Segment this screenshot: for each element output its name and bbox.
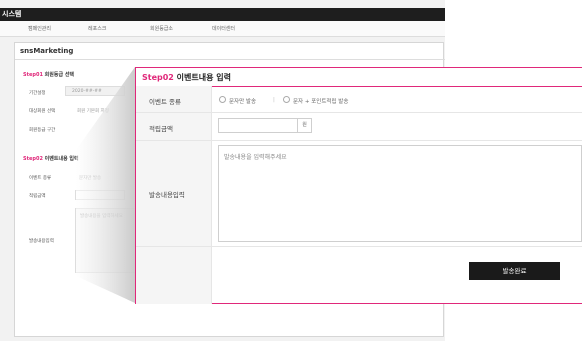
- bg-step2-title: 이벤트내용 입력: [44, 156, 79, 162]
- option-separator: |: [273, 97, 275, 103]
- bg-event-option[interactable]: 문자만 발송: [79, 175, 101, 181]
- bg-date-input[interactable]: 2020-##-##: [65, 86, 125, 96]
- bg-target-option[interactable]: 회원 기본회 지정: [77, 108, 109, 114]
- message-textarea[interactable]: 발송내용을 입력해주세요: [218, 145, 582, 242]
- bg-date-value: 2020-##-##: [72, 89, 102, 94]
- bg-step1-num: Step01: [23, 72, 43, 78]
- panel-step-number: Step02: [142, 73, 174, 82]
- send-complete-button[interactable]: 발송완료: [469, 262, 560, 280]
- row-divider: [136, 246, 582, 247]
- radio-sms-points[interactable]: [283, 96, 290, 103]
- bg-label-message: 발송내용입력: [29, 239, 54, 244]
- panel-title: 이벤트내용 입력: [176, 73, 231, 82]
- top-nav: 캠페인관리 레포스크 회원등급소 데이터센터: [0, 21, 445, 37]
- bg-divider: [15, 59, 445, 60]
- bg-step2-heading: Step02 이벤트내용 입력: [23, 155, 79, 162]
- label-amount: 적립금액: [149, 125, 173, 133]
- label-message: 발송내용입력: [149, 191, 185, 199]
- amount-unit: 원: [298, 118, 312, 133]
- bg-step1-heading: Step01 회원등급 선택: [23, 71, 74, 78]
- amount-input[interactable]: [218, 118, 298, 133]
- page-title: snsMarketing: [20, 47, 74, 55]
- option-sms-points[interactable]: 문자 + 포인트적립 발송: [293, 97, 348, 105]
- radio-sms-only[interactable]: [219, 96, 226, 103]
- bg-step1-title: 회원등급 선택: [44, 72, 75, 78]
- row-divider: [136, 112, 582, 113]
- nav-item-report[interactable]: 레포스크: [88, 25, 106, 32]
- bg-label-target: 대상회원 선택: [29, 109, 56, 114]
- bg-message-placeholder: 발송내용을 입력하세요: [80, 214, 123, 219]
- nav-item-datacenter[interactable]: 데이터센터: [212, 25, 235, 32]
- bg-label-amount: 적립금액: [29, 194, 46, 199]
- message-placeholder: 발송내용을 입력해주세요: [224, 154, 287, 161]
- panel-heading: Step02 이벤트내용 입력: [142, 72, 231, 83]
- bg-amount-input[interactable]: [75, 190, 125, 200]
- nav-item-campaign[interactable]: 캠페인관리: [28, 25, 51, 32]
- nav-item-grade[interactable]: 회원등급소: [150, 25, 173, 32]
- bg-label-period: 기간설정: [29, 91, 46, 96]
- bg-step2-num: Step02: [23, 156, 43, 162]
- app-titlebar: 시스템: [0, 8, 445, 21]
- bg-label-grade-range: 회원등급 구간: [29, 128, 56, 133]
- label-event-type: 이벤트 종류: [149, 98, 181, 106]
- row-divider: [136, 140, 582, 141]
- app-title: 시스템: [2, 10, 22, 18]
- bg-label-event-type: 이벤트 종류: [29, 176, 52, 181]
- option-sms-only[interactable]: 문자만 발송: [229, 97, 256, 105]
